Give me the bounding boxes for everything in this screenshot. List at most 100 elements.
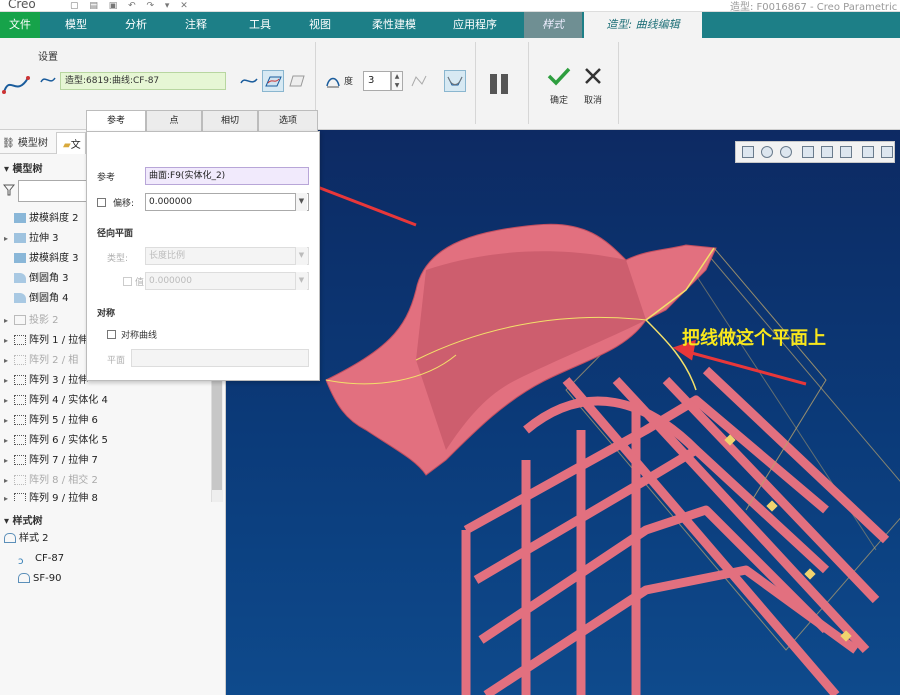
ok-button[interactable]: 确定 [544, 66, 574, 106]
type-select[interactable]: 长度比例 [145, 247, 309, 265]
control-polygon-button[interactable] [408, 70, 430, 92]
type-dropdown-arrow[interactable]: ▼ [295, 247, 307, 265]
cancel-button[interactable]: 取消 [578, 66, 608, 106]
symmetric-curve-checkbox[interactable] [107, 330, 116, 339]
tab-file[interactable]: 文件 [0, 12, 40, 38]
refit-icon[interactable] [742, 146, 754, 158]
tab-folder[interactable]: ▰文 [56, 132, 86, 154]
value-dropdown-arrow[interactable]: ▼ [295, 272, 307, 290]
tree-item-draft-3[interactable]: 拔模斜度 3 [4, 250, 79, 268]
saved-views-icon[interactable] [840, 146, 852, 158]
free-curve-button[interactable] [238, 70, 260, 92]
zoom-in-icon[interactable] [761, 146, 773, 158]
tree-item-pattern-6[interactable]: ▸ 阵列 6 / 实体化 5 [4, 432, 108, 450]
reference-surface-field[interactable]: 曲面:F9(实体化_2) [145, 167, 309, 185]
app-name: Creo [8, 0, 36, 11]
tree-item-draft-2[interactable]: 拔模斜度 2 [4, 210, 79, 228]
degree-label: 度 [344, 77, 354, 87]
pattern-icon [14, 355, 26, 365]
pattern-icon [14, 415, 26, 425]
title-bar: Creo ▢ ▤ ▣ ↶ ↷ ▾ ✕ 造型: F0016867 - Creo P… [0, 0, 900, 12]
tab-view[interactable]: 视图 [296, 12, 344, 38]
offset-input[interactable]: 0.000000 [145, 193, 309, 211]
curve-reference-field[interactable]: 造型:6819:曲线:CF-87 [60, 72, 226, 90]
type-label: 类型: [107, 254, 129, 264]
quick-access-toolbar[interactable]: ▢ ▤ ▣ ↶ ↷ ▾ ✕ [70, 1, 192, 11]
check-icon [547, 67, 571, 86]
tree-item-pattern-2[interactable]: ▸ 阵列 2 / 相 [4, 352, 78, 370]
degree-input[interactable]: 3 [363, 71, 391, 91]
pattern-icon [14, 395, 26, 405]
tree-item-pattern-9[interactable]: ▸ 阵列 9 / 拉伸 8 [4, 490, 98, 502]
pattern-icon [14, 375, 26, 385]
plane-label: 平面 [107, 356, 126, 366]
tab-tools[interactable]: 工具 [236, 12, 284, 38]
tab-options[interactable]: 选项 [258, 110, 318, 132]
tab-analysis[interactable]: 分析 [112, 12, 160, 38]
draft-icon [14, 253, 26, 263]
pause-button[interactable] [486, 72, 512, 96]
offset-checkbox[interactable] [97, 198, 106, 207]
planar-curve-icon [265, 76, 282, 87]
tab-style[interactable]: 样式 [524, 12, 582, 38]
tree-item-pattern-8[interactable]: ▸ 阵列 8 / 相交 2 [4, 472, 98, 490]
style-icon [4, 533, 16, 543]
tab-tangency[interactable]: 相切 [202, 110, 258, 132]
degree-icon-button[interactable] [322, 70, 344, 92]
plane-field[interactable] [131, 349, 309, 367]
style-tree-item-cf-87[interactable]: ↄ CF-87 [18, 550, 64, 568]
tab-model[interactable]: 模型 [52, 12, 100, 38]
reference-label: 参考 [97, 173, 116, 183]
style-tree-item-style-2[interactable]: 样式 2 [4, 530, 49, 548]
curvature-button[interactable] [444, 70, 466, 92]
curve-edit-icon [2, 76, 30, 94]
pattern-icon [14, 455, 26, 465]
style-tree-item-sf-90[interactable]: SF-90 [18, 570, 61, 588]
zoom-out-icon[interactable] [780, 146, 792, 158]
tab-flexible-modeling[interactable]: 柔性建模 [360, 12, 428, 38]
control-polygon-icon [411, 75, 427, 87]
model-tree-title: ▾ 模型树 [4, 164, 43, 175]
filter-icon[interactable] [3, 184, 15, 196]
graphics-viewport[interactable] [226, 130, 900, 695]
tab-applications[interactable]: 应用程序 [440, 12, 510, 38]
value-checkbox[interactable] [123, 277, 132, 286]
section-view-icon[interactable] [881, 146, 893, 158]
planar-curve-button[interactable] [262, 70, 284, 92]
tab-model-tree[interactable]: ⛓ 模型树 [2, 134, 48, 149]
pattern-icon [14, 493, 26, 502]
tab-annotate[interactable]: 注释 [172, 12, 220, 38]
symmetry-title: 对称 [97, 309, 116, 319]
display-style-icon[interactable] [862, 146, 874, 158]
draft-icon [14, 213, 26, 223]
curve-feature-icon: ↄ [18, 556, 24, 567]
annotation-text: 把线做这个平面上 [682, 328, 826, 349]
degree-stepper[interactable]: ▲ ▼ [391, 71, 403, 91]
pattern-icon [14, 335, 26, 345]
tree-search-input[interactable] [18, 180, 88, 202]
tree-item-pattern-5[interactable]: ▸ 阵列 5 / 拉伸 6 [4, 412, 98, 430]
tree-item-pattern-4[interactable]: ▸ 阵列 4 / 实体化 4 [4, 392, 108, 410]
curvature-icon [447, 76, 463, 86]
tab-points[interactable]: 点 [146, 110, 202, 132]
cos-curve-button[interactable] [286, 70, 308, 92]
menu-bar: 文件 模型 分析 注释 工具 视图 柔性建模 应用程序 样式 造型: 曲线编辑 [0, 12, 900, 38]
extrude-icon [14, 233, 26, 243]
settings-group-label: 设置 [38, 52, 58, 63]
tree-item-round-3[interactable]: 倒圆角 3 [4, 270, 69, 288]
tab-references[interactable]: 参考 [86, 110, 146, 132]
tree-item-round-4[interactable]: 倒圆角 4 [4, 290, 69, 308]
view-toolbar [735, 141, 895, 163]
offset-label: 偏移: [113, 199, 135, 209]
tree-item-project-2[interactable]: ▸ 投影 2 [4, 312, 59, 330]
tree-item-extrude-3[interactable]: ▸ 拉伸 3 [4, 230, 59, 248]
offset-dropdown-arrow[interactable]: ▼ [295, 193, 307, 211]
tree-item-pattern-1[interactable]: ▸ 阵列 1 / 拉伸 [4, 332, 88, 350]
tree-item-pattern-7[interactable]: ▸ 阵列 7 / 拉伸 7 [4, 452, 98, 470]
reorient-icon[interactable] [821, 146, 833, 158]
tree-item-pattern-3[interactable]: ▸ 阵列 3 / 拉伸 [4, 372, 88, 390]
tab-curve-edit[interactable]: 造型: 曲线编辑 [584, 12, 702, 38]
pause-icon [490, 74, 497, 94]
value-input[interactable]: 0.000000 [145, 272, 309, 290]
repaint-icon[interactable] [802, 146, 814, 158]
